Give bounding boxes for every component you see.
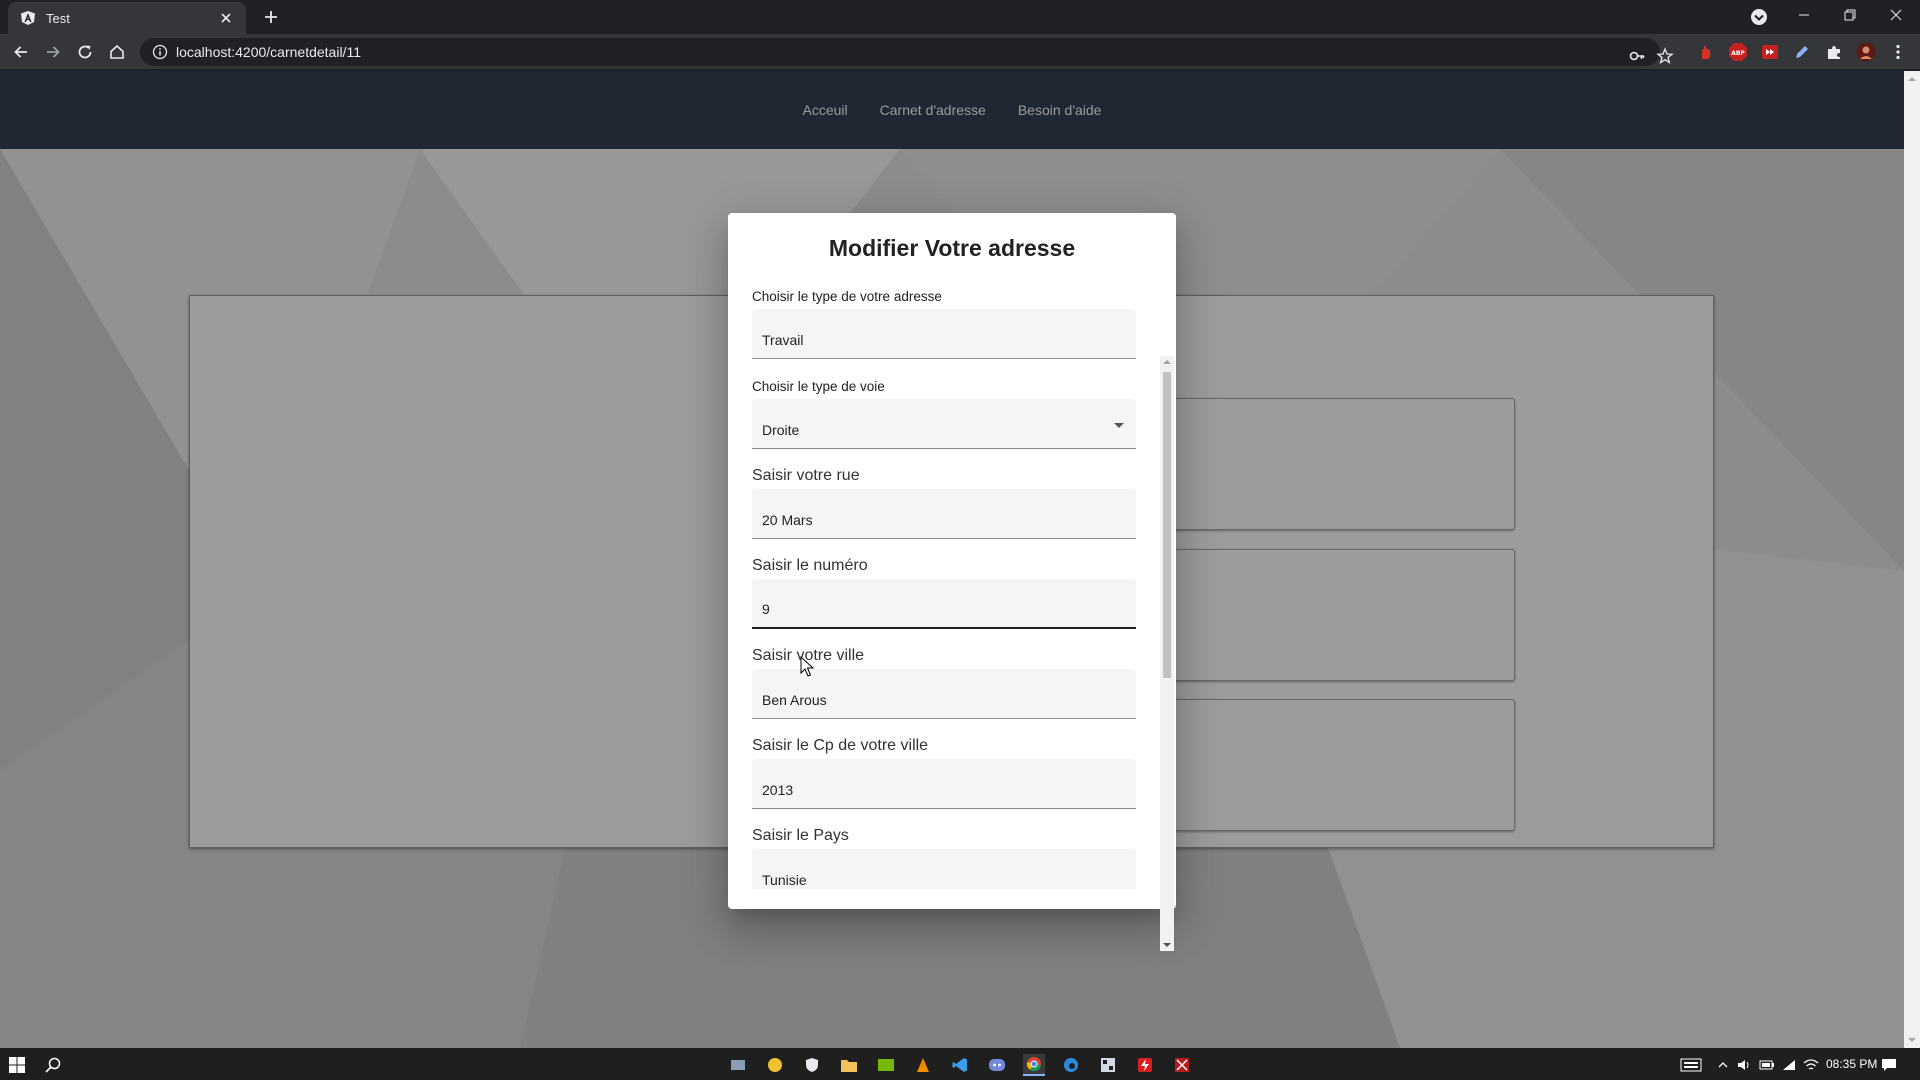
chrome-taskbar-icon[interactable] xyxy=(1023,1054,1045,1076)
windows-start-icon[interactable] xyxy=(6,1054,28,1076)
extension-hand-icon[interactable] xyxy=(1696,42,1716,62)
angular-favicon-icon xyxy=(20,10,36,26)
rue-input[interactable]: 20 Mars xyxy=(752,489,1136,539)
restore-window-icon[interactable] xyxy=(1827,0,1873,30)
vscode-icon[interactable] xyxy=(949,1054,971,1076)
dialog-scrollbar[interactable] xyxy=(1160,356,1174,951)
page-scrollbar[interactable] xyxy=(1904,71,1920,1048)
voie-type-field: Choisir le type de voie Droite xyxy=(752,379,1136,449)
media-extension-icon[interactable] xyxy=(1760,42,1780,62)
pays-input[interactable]: Tunisie xyxy=(752,849,1136,889)
field-label: Saisir le Pays xyxy=(752,827,849,844)
field-value: Tunisie xyxy=(762,872,807,888)
field-label: Saisir le numéro xyxy=(752,557,868,574)
keyboard-layout-icon[interactable] xyxy=(1679,1054,1703,1076)
address-type-field: Choisir le type de votre adresse Travail xyxy=(752,289,1136,359)
app-grid-icon[interactable] xyxy=(1097,1054,1119,1076)
app-yellow-icon[interactable] xyxy=(764,1054,786,1076)
search-icon[interactable] xyxy=(42,1054,64,1076)
reload-icon[interactable] xyxy=(72,39,98,65)
notifications-icon[interactable] xyxy=(1878,1054,1900,1076)
shield-icon[interactable] xyxy=(801,1054,823,1076)
url-text: localhost:4200/carnetdetail/11 xyxy=(176,44,361,60)
edit-address-dialog: Modifier Votre adresse Choisir le type d… xyxy=(728,213,1176,909)
taskbar-clock[interactable]: 08:35 PM xyxy=(1826,1057,1877,1071)
field-value: 2013 xyxy=(762,782,794,798)
adblock-icon[interactable]: ABP xyxy=(1728,42,1748,62)
file-explorer-icon[interactable] xyxy=(838,1054,860,1076)
numero-input[interactable]: 9 xyxy=(752,579,1136,629)
tab-title: Test xyxy=(46,10,70,26)
forward-arrow-icon[interactable] xyxy=(40,39,66,65)
close-tab-icon[interactable] xyxy=(218,10,234,26)
network-icon[interactable] xyxy=(1800,1054,1822,1076)
battery-icon[interactable] xyxy=(1756,1054,1778,1076)
flash-app-icon[interactable] xyxy=(1134,1054,1156,1076)
wifi-icon[interactable] xyxy=(1778,1054,1800,1076)
profile-avatar[interactable] xyxy=(1856,42,1876,62)
numero-field: Saisir le numéro 9 xyxy=(752,557,1136,629)
field-label: Choisir le type de votre adresse xyxy=(752,289,942,304)
field-value: Travail xyxy=(762,332,804,348)
cp-input[interactable]: 2013 xyxy=(752,759,1136,809)
ville-input[interactable]: Ben Arous xyxy=(752,669,1136,719)
browser-tab[interactable]: Test xyxy=(8,2,246,34)
windows-taskbar: 08:35 PM xyxy=(0,1048,1920,1080)
chevron-up-icon[interactable] xyxy=(1712,1054,1734,1076)
site-info-icon[interactable] xyxy=(152,44,168,60)
page-viewport: Acceuil Carnet d'adresse Besoin d'aide M… xyxy=(0,71,1920,1048)
nvidia-icon[interactable] xyxy=(875,1054,897,1076)
app-red-icon[interactable] xyxy=(1171,1054,1193,1076)
minimize-window-icon[interactable] xyxy=(1781,0,1827,30)
volume-icon[interactable] xyxy=(1734,1054,1756,1076)
browser-tab-bar: Test xyxy=(0,0,1920,34)
pays-field: Saisir le Pays Tunisie xyxy=(752,827,1136,889)
field-value: 20 Mars xyxy=(762,512,813,528)
back-arrow-icon[interactable] xyxy=(8,39,34,65)
address-bar[interactable]: localhost:4200/carnetdetail/11 xyxy=(140,38,1674,66)
home-icon[interactable] xyxy=(104,39,130,65)
close-window-icon[interactable] xyxy=(1873,0,1919,30)
cp-field: Saisir le Cp de votre ville 2013 xyxy=(752,737,1136,809)
address-type-input[interactable]: Travail xyxy=(752,309,1136,359)
field-value: 9 xyxy=(762,601,770,617)
new-tab-icon[interactable] xyxy=(260,6,282,28)
pen-extension-icon[interactable] xyxy=(1792,42,1812,62)
field-value: Ben Arous xyxy=(762,692,827,708)
dropdown-arrow-icon xyxy=(1114,423,1124,428)
key-icon[interactable] xyxy=(1628,47,1646,65)
scroll-down-arrow-icon xyxy=(1908,1038,1916,1042)
field-label: Saisir votre ville xyxy=(752,647,865,664)
field-label: Saisir votre rue xyxy=(752,467,860,484)
vlc-icon[interactable] xyxy=(912,1054,934,1076)
bookmark-star-icon[interactable] xyxy=(1656,47,1674,65)
field-label: Saisir le Cp de votre ville xyxy=(752,737,929,754)
voie-type-select[interactable]: Droite xyxy=(752,399,1136,449)
browser-toolbar: localhost:4200/carnetdetail/11 ABP xyxy=(0,34,1920,70)
discord-icon[interactable] xyxy=(986,1054,1008,1076)
field-value: Droite xyxy=(762,422,800,438)
dialog-form: Choisir le type de votre adresse Travail… xyxy=(752,289,1136,889)
svg-text:ABP: ABP xyxy=(1731,50,1745,57)
field-label: Choisir le type de voie xyxy=(752,379,885,394)
ville-field: Saisir votre ville Ben Arous xyxy=(752,647,1136,719)
browser-menu-icon[interactable] xyxy=(1888,42,1908,62)
edge-icon[interactable] xyxy=(1060,1054,1082,1076)
extensions-puzzle-icon[interactable] xyxy=(1824,42,1844,62)
tab-search-icon[interactable] xyxy=(1748,6,1770,28)
task-view-icon[interactable] xyxy=(727,1054,749,1076)
rue-field: Saisir votre rue 20 Mars xyxy=(752,467,1136,539)
dialog-title: Modifier Votre adresse xyxy=(828,235,1076,261)
scroll-up-arrow-icon xyxy=(1908,77,1916,81)
